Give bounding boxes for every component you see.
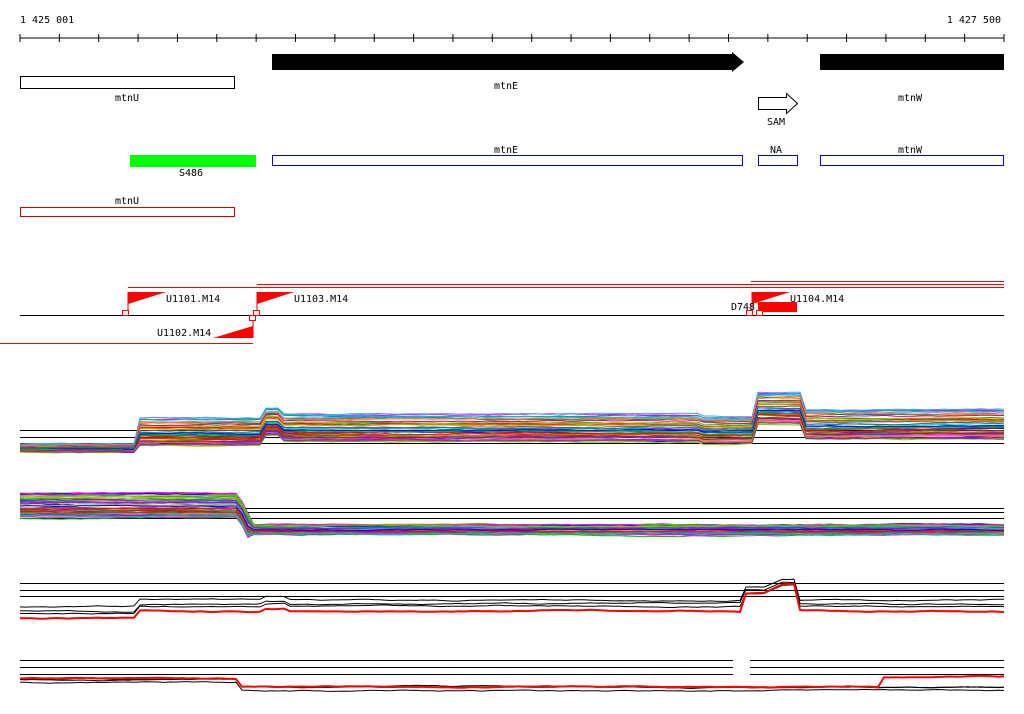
coordinate-ruler: 1 425 001 1 427 500 bbox=[19, 15, 1005, 42]
unit-U1102-flag[interactable] bbox=[213, 326, 253, 338]
gene-mtnU-label: mtnU bbox=[115, 93, 139, 104]
expression-line bbox=[19, 581, 1005, 613]
unit-U1103-label: U1103.M14 bbox=[294, 294, 348, 305]
red-gene-mtnU[interactable] bbox=[20, 207, 235, 217]
unit-U1101-marker bbox=[122, 310, 129, 316]
unit-U1103-marker bbox=[253, 310, 260, 316]
ruler-end-label: 1 427 500 bbox=[947, 15, 1001, 26]
genome-browser: 1 425 001 1 427 500 mtnU mtnE SAM mtnW S… bbox=[0, 15, 1005, 692]
feature-mtnE-label: mtnE bbox=[494, 145, 518, 156]
transcript-track: U1101.M14 U1103.M14 U1102.M14 U1104.M14 … bbox=[0, 281, 1004, 344]
unit-U1102-marker bbox=[249, 315, 256, 321]
unit-U1104-label: U1104.M14 bbox=[790, 294, 844, 305]
gene-mtnW[interactable] bbox=[820, 54, 1004, 70]
unit-U1101-flag[interactable] bbox=[128, 292, 166, 304]
ruler-start-label: 1 425 001 bbox=[20, 15, 74, 26]
d748-label: D748 bbox=[731, 302, 755, 313]
unit-U1102-label: U1102.M14 bbox=[157, 328, 211, 339]
expression-track-1 bbox=[19, 391, 1005, 454]
feature-NA-label: NA bbox=[770, 145, 782, 156]
d748-bar[interactable] bbox=[758, 302, 797, 312]
feature-NA[interactable] bbox=[758, 155, 798, 166]
feature-S486[interactable] bbox=[130, 155, 256, 167]
expression-track-4 bbox=[19, 660, 1005, 692]
expression-line bbox=[20, 582, 1005, 620]
gene-mtnW-label: mtnW bbox=[898, 93, 923, 104]
unit-U1101-label: U1101.M14 bbox=[166, 294, 220, 305]
expression-track-3 bbox=[19, 578, 1005, 620]
gene-SAM[interactable] bbox=[758, 92, 799, 115]
expression-track-2 bbox=[19, 491, 1005, 539]
gene-mtnE-label: mtnE bbox=[494, 81, 518, 92]
red-gene-track: mtnU bbox=[20, 196, 235, 217]
unit-U1103-flag[interactable] bbox=[257, 292, 294, 304]
gene-mtnU[interactable] bbox=[20, 76, 235, 89]
d748-marker bbox=[756, 310, 763, 316]
feature-mtnW-label: mtnW bbox=[898, 145, 923, 156]
annotation-gene-track: mtnU mtnE SAM mtnW bbox=[20, 52, 1004, 128]
feature-S486-label: S486 bbox=[179, 168, 203, 179]
gene-mtnE[interactable] bbox=[272, 52, 744, 72]
feature-mtnW[interactable] bbox=[820, 155, 1004, 166]
feature-mtnE[interactable] bbox=[272, 155, 743, 166]
gene-SAM-label: SAM bbox=[767, 117, 785, 128]
red-gene-label: mtnU bbox=[115, 196, 139, 207]
feature-track: S486 mtnE NA mtnW bbox=[130, 145, 1004, 179]
